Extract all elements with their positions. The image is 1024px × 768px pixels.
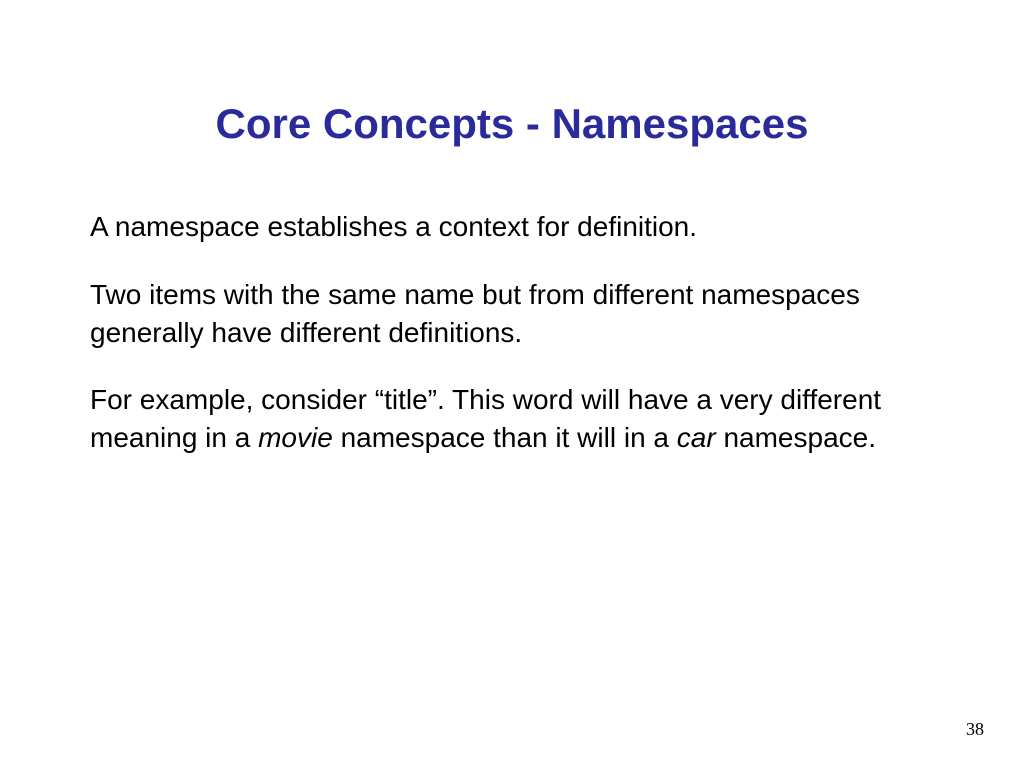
p3-italic-car: car	[677, 422, 716, 453]
paragraph-1: A namespace establishes a context for de…	[90, 208, 944, 246]
slide-title: Core Concepts - Namespaces	[80, 100, 944, 148]
p3-text-3: namespace.	[716, 422, 876, 453]
paragraph-2: Two items with the same name but from di…	[90, 276, 944, 352]
p3-italic-movie: movie	[258, 422, 333, 453]
page-number: 38	[966, 719, 984, 740]
paragraph-3: For example, consider “title”. This word…	[90, 381, 944, 457]
slide-content: A namespace establishes a context for de…	[80, 208, 944, 457]
p3-text-2: namespace than it will in a	[333, 422, 677, 453]
slide-container: Core Concepts - Namespaces A namespace e…	[0, 0, 1024, 768]
